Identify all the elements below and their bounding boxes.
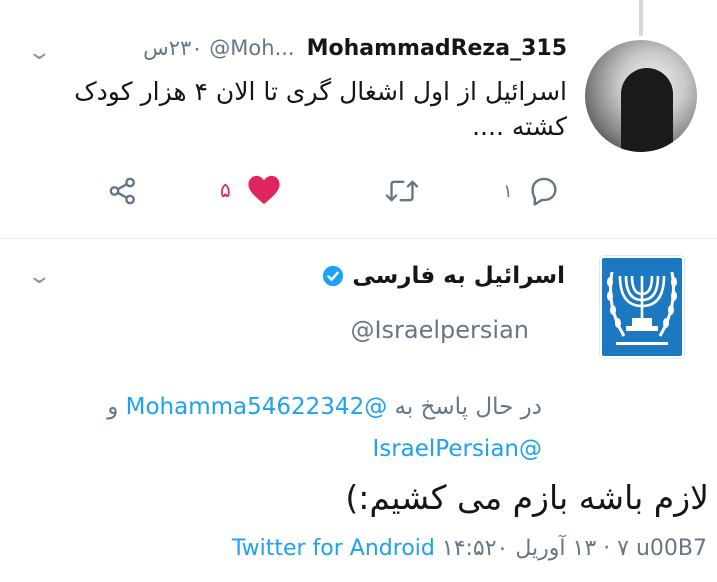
thread-line (639, 0, 643, 36)
reply-count: ١ (503, 180, 513, 202)
tweet-timestamp[interactable]: ١۴:۵٧ · ١٣ آوریل ٢٠ u00B7 (442, 536, 707, 561)
user-handle[interactable]: @Israelpersian (350, 316, 529, 344)
chevron-down-icon[interactable]: ⌄ (26, 266, 52, 288)
tweet-actions: ۵ ١ (100, 164, 580, 206)
verified-icon (323, 265, 344, 287)
share-button[interactable] (106, 174, 140, 208)
replying-to: در حال پاسخ به @Mohamma54622342 و @Israe… (22, 386, 542, 470)
reply-joiner: و (107, 394, 119, 420)
retweet-button[interactable] (385, 176, 419, 206)
reply-button[interactable]: ١ (503, 174, 561, 208)
like-button[interactable]: ۵ (220, 174, 281, 206)
chevron-down-icon[interactable]: ⌄ (26, 42, 52, 64)
avatar[interactable] (585, 40, 697, 152)
tweet-header: ٢٣٠س @Moh... MohammadReza_315 (143, 36, 567, 61)
reply-icon (531, 177, 557, 206)
tweet-meta: Twitter for Android ١۴:۵٧ · ١٣ آوریل ٢٠ … (232, 536, 707, 561)
tweet-divider (0, 238, 717, 239)
like-count: ۵ (220, 178, 231, 202)
share-icon (109, 177, 135, 205)
reply-mention-link[interactable]: @Mohamma54622342 (126, 394, 388, 420)
avatar-silhouette (621, 68, 673, 152)
reply-prefix: در حال پاسخ به (394, 394, 542, 420)
tweet-text: لازم باشه بازم می کشیم:) (345, 478, 709, 517)
reply-mention-link[interactable]: @IsraelPersian (372, 436, 542, 462)
tweet-handle-time[interactable]: ٢٣٠س @Moh... (143, 36, 294, 60)
tweet-header: اسرائیل به فارسی (322, 263, 565, 289)
tweet-text: اسرائیل از اول اشغال گری تا الان ۴ هزار … (74, 77, 567, 141)
retweet-icon (385, 180, 419, 202)
tweet-source-link[interactable]: Twitter for Android (232, 536, 435, 561)
avatar[interactable] (599, 255, 685, 359)
heart-icon (248, 175, 280, 205)
display-name[interactable]: اسرائیل به فارسی (352, 263, 565, 289)
emblem-icon (607, 271, 677, 345)
display-name[interactable]: MohammadReza_315 (307, 36, 567, 61)
